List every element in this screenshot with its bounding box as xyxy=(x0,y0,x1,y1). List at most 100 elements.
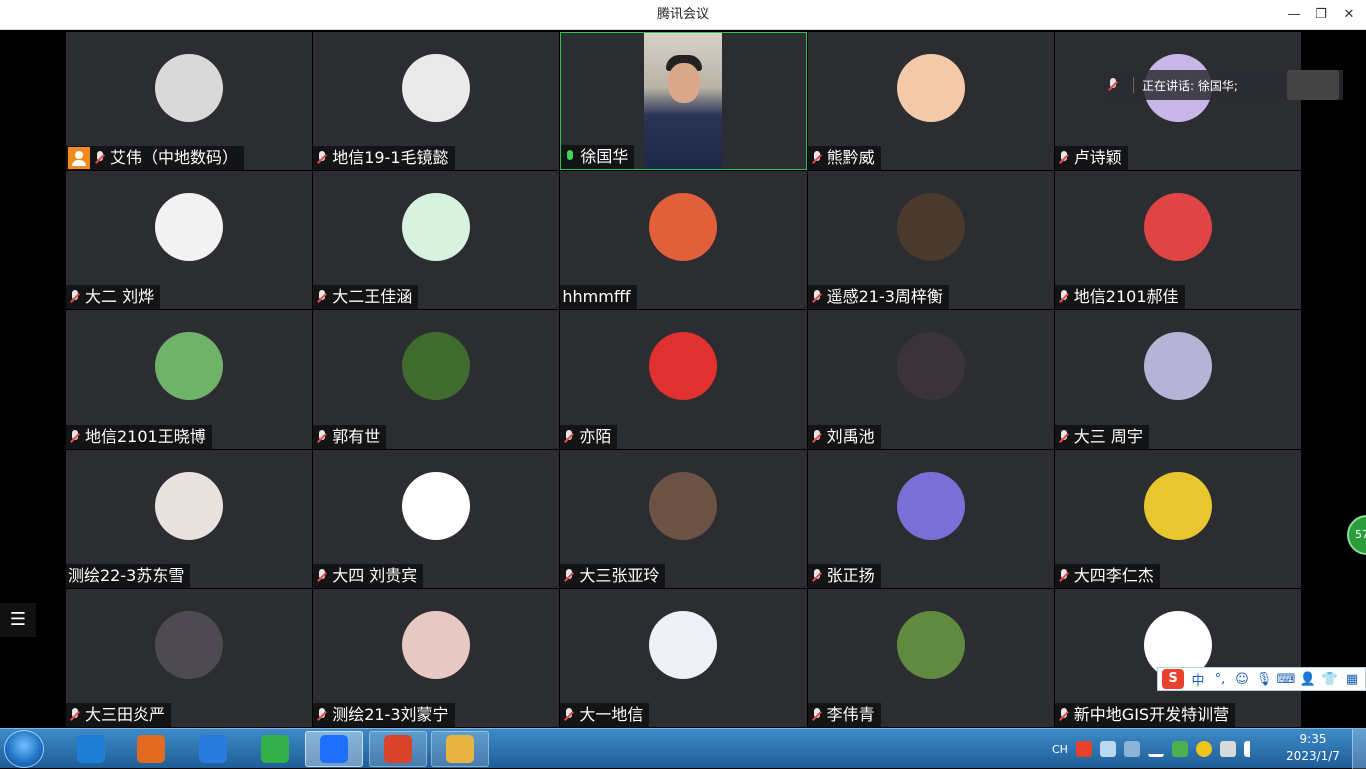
tray-lang[interactable]: CH xyxy=(1052,743,1068,756)
participant-tile[interactable]: 郭有世 xyxy=(313,310,560,449)
participant-tile[interactable]: 大二王佳涵 xyxy=(313,171,560,310)
sogou-tray-icon[interactable] xyxy=(1075,741,1092,757)
avatar xyxy=(155,332,224,401)
participant-name-bar: 大二王佳涵 xyxy=(313,285,419,310)
taskbar-app-explorer[interactable] xyxy=(431,731,489,767)
window-title: 腾讯会议 xyxy=(656,7,709,22)
participant-tile[interactable]: 遥感21-3周梓衡 xyxy=(807,171,1054,310)
pdf-icon xyxy=(137,735,165,763)
skin-icon[interactable]: 👕 xyxy=(1319,672,1341,687)
taskbar-app-pdf[interactable] xyxy=(122,731,180,767)
user-icon[interactable]: 👤 xyxy=(1297,672,1319,687)
participant-tile[interactable]: 大三田炎严 xyxy=(66,588,313,727)
display-icon[interactable] xyxy=(1123,741,1140,757)
clock-date: 2023/1/7 xyxy=(1286,749,1340,763)
signal-icon[interactable] xyxy=(1147,741,1164,757)
participant-tile[interactable]: 大三张亚玲 xyxy=(560,449,807,588)
participant-tile[interactable]: 大二 刘烨 xyxy=(66,171,313,310)
ime-punct-toggle[interactable]: °, xyxy=(1209,672,1231,687)
participant-name: 卢诗颖 xyxy=(1073,148,1122,168)
tray-app-icon[interactable] xyxy=(1195,741,1212,757)
avatar xyxy=(1143,471,1212,540)
participant-tile[interactable]: 地信19-1毛镜懿 xyxy=(313,32,560,171)
mic-muted-icon xyxy=(68,289,82,305)
participant-name: 大三田炎严 xyxy=(85,704,166,724)
participant-tile[interactable]: 艾伟（中地数码） xyxy=(66,32,313,171)
participant-name-bar: 地信2101王晓博 xyxy=(66,424,212,449)
minimize-button[interactable]: — xyxy=(1279,0,1309,30)
participant-tile[interactable]: 大四李仁杰 xyxy=(1054,449,1301,588)
sogou-ime-icon[interactable]: S xyxy=(1162,669,1184,689)
participant-name-bar: 张正扬 xyxy=(807,563,881,588)
participant-tile[interactable]: 张正扬 xyxy=(807,449,1054,588)
presentation-icon xyxy=(384,735,412,763)
taskbar-app-sync[interactable] xyxy=(246,731,304,767)
avatar xyxy=(896,471,965,540)
participant-name: 刘禹池 xyxy=(826,426,875,446)
participant-name-bar: 遥感21-3周梓衡 xyxy=(807,285,949,310)
volume-icon[interactable] xyxy=(1243,741,1260,757)
participant-count-badge[interactable]: 57 xyxy=(1347,515,1366,555)
separator xyxy=(1133,77,1134,93)
taskbar-app-ppt[interactable] xyxy=(369,731,427,767)
participant-name: 郭有世 xyxy=(332,426,381,446)
avatar xyxy=(1143,193,1212,262)
participant-tile[interactable]: hhmmfff xyxy=(560,171,807,310)
device-icon[interactable] xyxy=(1219,741,1236,757)
ime-lang-toggle[interactable]: 中 xyxy=(1187,670,1209,689)
participant-name: 地信2101王晓博 xyxy=(85,426,206,446)
toolbox-icon[interactable]: ▦ xyxy=(1341,672,1363,687)
participant-tile[interactable]: 测绘22-3苏东雪 xyxy=(66,449,313,588)
avatar xyxy=(896,54,965,122)
close-button[interactable]: ✕ xyxy=(1334,0,1364,30)
participant-name-bar: 大三 周宇 xyxy=(1054,424,1149,449)
participant-tile[interactable]: 熊黔威 xyxy=(807,32,1054,171)
clock[interactable]: 9:35 2023/1/7 xyxy=(1276,731,1350,765)
participant-tile[interactable]: 李伟青 xyxy=(807,588,1054,727)
participant-tile[interactable]: 大四 刘贵宾 xyxy=(313,449,560,588)
avatar xyxy=(402,610,471,679)
participant-name-bar: 大三张亚玲 xyxy=(560,563,666,588)
avatar xyxy=(649,193,718,262)
avatar xyxy=(1143,332,1212,401)
show-desktop-button[interactable] xyxy=(1352,729,1366,769)
participant-tile[interactable]: 徐国华 xyxy=(560,32,807,171)
mic-muted-icon xyxy=(1057,568,1071,584)
network-share-icon[interactable] xyxy=(1099,741,1116,757)
taskbar-app-ie[interactable] xyxy=(62,731,120,767)
participant-tile[interactable]: 新中地GIS开发特训营 xyxy=(1054,588,1301,727)
restore-button[interactable]: ❐ xyxy=(1306,0,1336,30)
mic-muted-icon xyxy=(93,150,107,166)
participant-tile[interactable]: 亦陌 xyxy=(560,310,807,449)
ime-toolbar[interactable]: S 中 °, ☺ 🎙 ⌨ 👤 👕 ▦ xyxy=(1157,667,1366,691)
participant-name-bar: 测绘21-3刘蒙宁 xyxy=(313,702,455,727)
start-button[interactable] xyxy=(4,730,44,768)
emoji-icon[interactable]: ☺ xyxy=(1231,672,1253,687)
participant-tile[interactable]: 刘禹池 xyxy=(807,310,1054,449)
participant-name-bar: 大二 刘烨 xyxy=(66,285,161,310)
speaking-label: 正在讲话: 徐国华; xyxy=(1142,78,1238,93)
participant-tile[interactable]: 卢诗颖 xyxy=(1054,32,1301,171)
participant-tile[interactable]: 地信2101郝佳 xyxy=(1054,171,1301,310)
voice-input-icon[interactable]: 🎙 xyxy=(1253,672,1275,687)
mic-muted-icon xyxy=(1057,150,1071,166)
avatar xyxy=(155,610,224,679)
participant-name-bar: 大一地信 xyxy=(560,702,650,727)
participant-tile[interactable]: 大三 周宇 xyxy=(1054,310,1301,449)
participant-tile[interactable]: 大一地信 xyxy=(560,588,807,727)
list-icon[interactable]: ☰ xyxy=(0,603,36,637)
clock-time: 9:35 xyxy=(1299,732,1327,746)
keyboard-icon[interactable]: ⌨ xyxy=(1275,672,1297,687)
participant-tile[interactable]: 地信2101王晓博 xyxy=(66,310,313,449)
taskbar-app-meeting[interactable] xyxy=(305,731,363,767)
speaking-indicator: 正在讲话: 徐国华; xyxy=(1103,70,1343,100)
taskbar-app-sogou[interactable] xyxy=(184,731,242,767)
security-shield-icon[interactable] xyxy=(1171,741,1188,757)
participant-name-bar: 熊黔威 xyxy=(807,146,881,171)
participant-name-bar: 地信19-1毛镜懿 xyxy=(313,146,455,171)
participant-name: 亦陌 xyxy=(579,426,612,446)
meeting-area: 艾伟（中地数码） 地信19-1毛镜懿 徐国华 熊黔威 卢诗颖大二 刘烨 大二王佳涵 hhmm… xyxy=(0,30,1366,728)
participant-tile[interactable]: 测绘21-3刘蒙宁 xyxy=(313,588,560,727)
sogou-icon xyxy=(199,735,227,763)
participant-name-bar: 艾伟（中地数码） xyxy=(66,146,245,171)
